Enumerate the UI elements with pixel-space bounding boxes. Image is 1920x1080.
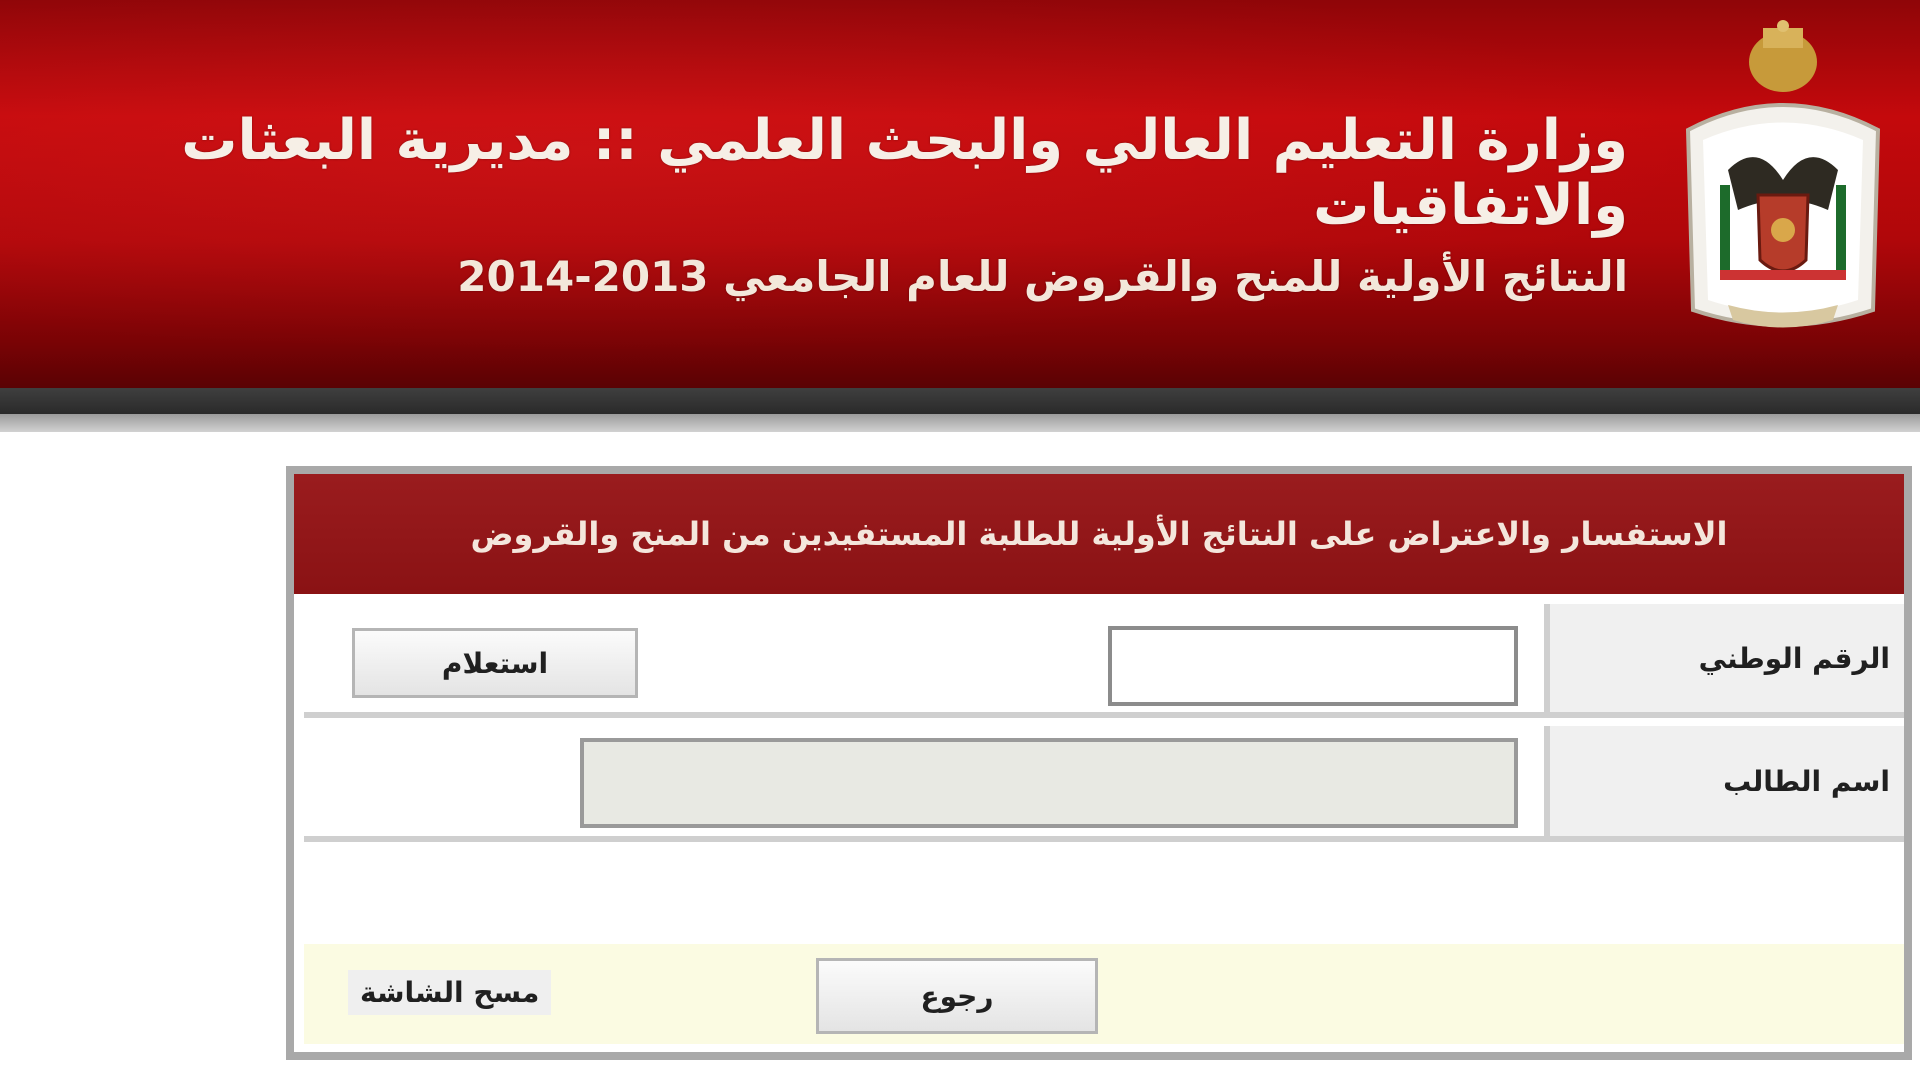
page-title: وزارة التعليم العالي والبحث العلمي :: مد… bbox=[181, 108, 1628, 238]
national-id-input[interactable] bbox=[1108, 626, 1518, 706]
form-title: الاستفسار والاعتراض على النتائج الأولية … bbox=[294, 474, 1904, 594]
form-spacer bbox=[304, 850, 1904, 940]
student-name-label: اسم الطالب bbox=[1544, 726, 1904, 836]
clear-screen-link[interactable]: مسح الشاشة bbox=[348, 970, 552, 1015]
coat-of-arms-icon bbox=[1685, 20, 1881, 328]
form-actions-row: مسح الشاشة رجوع bbox=[304, 944, 1904, 1044]
national-id-row: الرقم الوطني استعلام bbox=[304, 604, 1904, 718]
page-subtitle: النتائج الأولية للمنح والقروض للعام الجا… bbox=[457, 252, 1628, 301]
student-name-row: اسم الطالب bbox=[304, 726, 1904, 842]
back-button[interactable]: رجوع bbox=[816, 958, 1098, 1034]
page-header: وزارة التعليم العالي والبحث العلمي :: مد… bbox=[0, 0, 1920, 388]
search-button[interactable]: استعلام bbox=[352, 628, 638, 698]
student-name-field bbox=[580, 738, 1518, 828]
inquiry-form-panel: الاستفسار والاعتراض على النتائج الأولية … bbox=[286, 466, 1912, 1060]
national-id-label: الرقم الوطني bbox=[1544, 604, 1904, 712]
header-divider-dark bbox=[0, 388, 1920, 414]
header-divider-gray bbox=[0, 414, 1920, 432]
